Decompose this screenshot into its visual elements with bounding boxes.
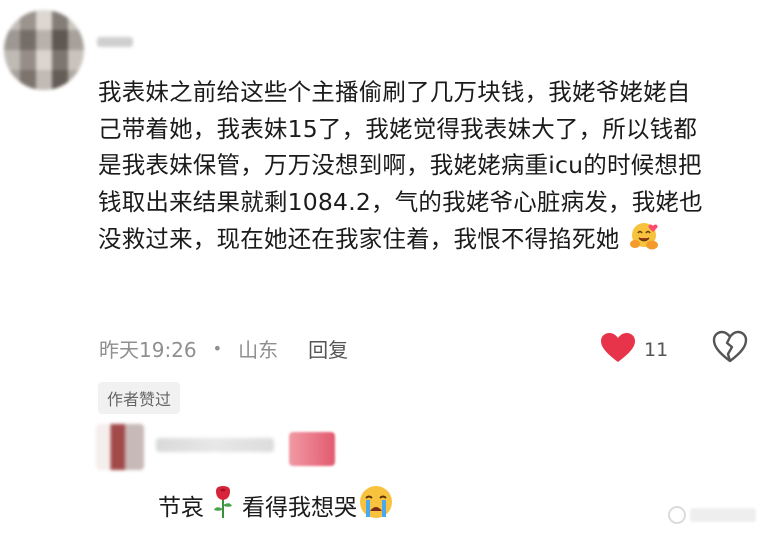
rose-icon [212,485,234,525]
comment-body: 我表妹之前给这些个主播偷刷了几万块钱，我姥爷姥姥自 己带着她，我表妹15了，我姥… [98,74,748,263]
reply-text-end: 看得我想哭 [242,495,357,521]
watermark-text-blurred [690,508,756,522]
commenter-avatar[interactable] [4,10,84,90]
comment-line-last: 没救过来，现在她还在我家住着，我恨不得掐死她 [98,220,748,263]
watermark-logo-icon [668,506,686,524]
comment-time: 昨天19:26 [99,337,197,362]
broken-heart-icon [712,330,748,368]
like-count: 11 [644,339,669,361]
comment-meta: 昨天19:26 • 山东 回复 [99,333,348,363]
comment-line: 我表妹之前给这些个主播偷刷了几万块钱，我姥爷姥姥自 [98,78,691,106]
reply-text-start: 节哀 [158,495,204,521]
comment-line: 己带着她，我表妹15了，我姥觉得我表妹大了，所以钱都 [98,114,698,143]
reply-tag-blurred [289,432,335,466]
crying-face-icon [357,484,395,526]
dislike-button[interactable] [712,330,748,368]
reply-body: 节哀 看得我想哭 [158,484,395,526]
smiling-face-with-hearts-hug-icon [629,220,663,263]
reply-avatar[interactable] [96,424,144,470]
comment-line: 钱取出来结果就剩1084.2，气的我姥爷心脏病发，我姥也 [98,187,703,216]
author-liked-badge: 作者赞过 [98,382,181,414]
watermark [668,506,756,524]
like-button[interactable]: 11 [600,332,668,368]
comment-location: 山东 [238,337,279,362]
comment-line: 是我表妹保管，万万没想到啊，我姥姥病重icu的时候想把 [98,151,702,179]
heart-icon [600,332,636,368]
commenter-username-blurred[interactable] [97,37,133,47]
reply-button[interactable]: 回复 [308,334,348,363]
comment-line: 没救过来，现在她还在我家住着，我恨不得掐死她 [98,225,620,253]
reply-username-blurred[interactable] [156,438,274,452]
meta-separator: • [212,338,223,358]
